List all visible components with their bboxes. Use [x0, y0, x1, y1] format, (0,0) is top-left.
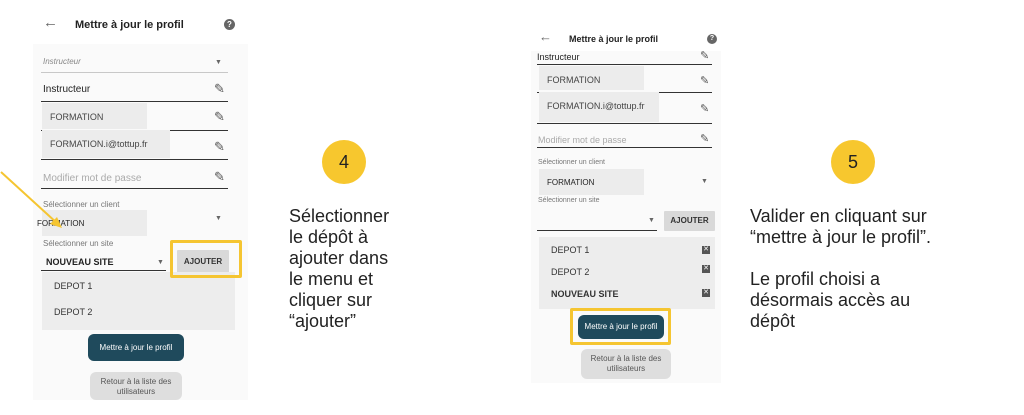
instruction-line: dépôt: [750, 311, 796, 331]
site-label: Sélectionner un site: [538, 197, 600, 204]
instruction-line: le dépôt à: [289, 227, 369, 247]
chevron-down-icon[interactable]: ▼: [701, 178, 708, 185]
site-dropdown-menu: DEPOT 1 DEPOT 2: [42, 272, 235, 330]
app-header: ← Mettre à jour le profil ?: [33, 0, 248, 44]
client-label: Sélectionner un client: [538, 159, 605, 166]
add-button-highlight: [170, 240, 242, 278]
instruction-line: désormais accès au: [750, 290, 911, 310]
dropdown-option-depot-2[interactable]: DEPOT 2: [54, 307, 92, 317]
help-icon[interactable]: ?: [224, 19, 235, 30]
email-field[interactable]: FORMATION.i@tottup.fr: [547, 101, 644, 111]
instruction-line: Sélectionner: [289, 206, 390, 226]
chevron-down-icon[interactable]: ▼: [215, 59, 222, 66]
instruction-line: le menu et: [289, 269, 374, 289]
site-label: Sélectionner un site: [43, 239, 114, 248]
role-field[interactable]: Instructeur: [43, 84, 90, 95]
page-title: Mettre à jour le profil: [569, 34, 659, 44]
instruction-line: cliquer sur: [289, 290, 373, 310]
role-field[interactable]: Instructeur: [537, 52, 580, 62]
pencil-icon[interactable]: ✎: [214, 110, 225, 123]
pencil-icon[interactable]: ✎: [700, 50, 709, 63]
name-field[interactable]: FORMATION: [547, 75, 600, 85]
page-title: Mettre à jour le profil: [75, 19, 184, 31]
email-field-underline: [537, 123, 712, 124]
back-arrow-icon[interactable]: ←: [539, 29, 552, 44]
role-select-placeholder: Instructeur: [43, 57, 81, 66]
add-site-button[interactable]: AJOUTER: [664, 211, 715, 231]
pencil-icon[interactable]: ✎: [214, 170, 225, 183]
back-to-users-button[interactable]: Retour à la liste des utilisateurs: [90, 372, 182, 400]
chevron-down-icon[interactable]: ▼: [215, 215, 222, 222]
role-field-underline: [41, 101, 228, 102]
instruction-line: “ajouter”: [289, 311, 357, 331]
step-4-badge: 4: [322, 140, 366, 184]
remove-icon[interactable]: ✕: [702, 246, 710, 254]
instruction-line: ajouter dans: [289, 248, 389, 268]
dropdown-option-depot-1[interactable]: DEPOT 1: [54, 281, 92, 291]
email-field-underline: [41, 159, 228, 160]
remove-icon[interactable]: ✕: [702, 289, 710, 297]
pointer-arrow-icon: [0, 171, 62, 228]
email-field[interactable]: FORMATION.i@tottup.fr: [50, 139, 147, 149]
button-label-line: utilisateurs: [606, 364, 646, 373]
chevron-down-icon[interactable]: ▼: [648, 217, 655, 224]
app-header: ← Mettre à jour le profil ?: [531, 23, 721, 51]
password-field-underline: [537, 147, 712, 148]
pencil-icon[interactable]: ✎: [214, 140, 225, 153]
site-select-underline: [41, 270, 166, 271]
back-arrow-icon[interactable]: ←: [43, 14, 58, 31]
step-5-badge: 5: [831, 140, 875, 184]
name-field[interactable]: FORMATION: [50, 112, 103, 122]
site-item-depot-1: DEPOT 1: [551, 245, 590, 255]
chevron-down-icon[interactable]: ▼: [157, 259, 164, 266]
instruction-line: Le profil choisi a: [750, 269, 881, 289]
client-select[interactable]: FORMATION: [547, 178, 594, 187]
password-field[interactable]: Modifier mot de passe: [538, 135, 627, 145]
pencil-icon[interactable]: ✎: [700, 103, 709, 116]
instruction-line: “mettre à jour le profil”.: [750, 227, 932, 247]
pencil-icon[interactable]: ✎: [700, 133, 709, 146]
update-profile-button[interactable]: Mettre à jour le profil: [88, 334, 184, 361]
step-4-instructions: Sélectionner le dépôt à ajouter dans le …: [289, 206, 389, 332]
selected-sites-list: DEPOT 1 ✕ DEPOT 2 ✕ NOUVEAU SITE ✕: [539, 237, 715, 309]
site-select-underline: [537, 230, 657, 231]
site-item-depot-2: DEPOT 2: [551, 267, 590, 277]
help-icon[interactable]: ?: [707, 34, 717, 44]
divider: [41, 72, 228, 73]
pencil-icon[interactable]: ✎: [700, 75, 709, 88]
site-select[interactable]: NOUVEAU SITE: [46, 257, 114, 267]
site-item-nouveau-site: NOUVEAU SITE: [551, 289, 619, 299]
instruction-spacer: [750, 248, 931, 269]
update-button-highlight: [570, 308, 671, 345]
button-label-line: Retour à la liste des: [590, 354, 662, 363]
step-5-instructions: Valider en cliquant sur “mettre à jour l…: [750, 206, 931, 332]
remove-icon[interactable]: ✕: [702, 265, 710, 273]
role-field-underline: [537, 64, 712, 65]
pencil-icon[interactable]: ✎: [214, 82, 225, 95]
back-to-users-button[interactable]: Retour à la liste des utilisateurs: [581, 349, 671, 379]
instruction-line: Valider en cliquant sur: [750, 206, 927, 226]
